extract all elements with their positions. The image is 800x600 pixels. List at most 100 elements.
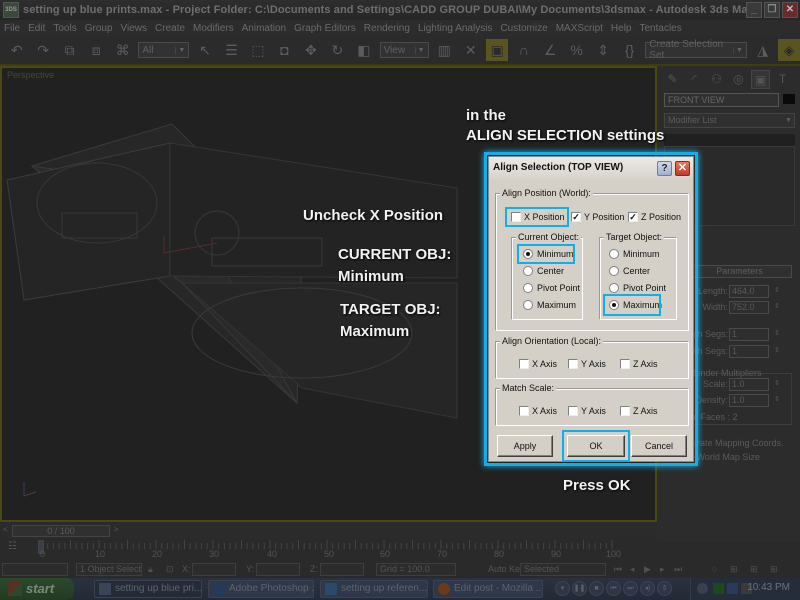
create-tab-icon[interactable]: ✎	[663, 70, 682, 89]
snaps-toggle-icon[interactable]: ∩	[513, 39, 534, 61]
target-pivot-point-radio[interactable]: Pivot Point	[609, 283, 666, 293]
hierarchy-tab-icon[interactable]: ⚇	[707, 70, 726, 89]
menu-lighting-analysis[interactable]: Lighting Analysis	[414, 23, 497, 34]
z-coord-input[interactable]	[320, 563, 364, 576]
mirror-icon[interactable]: ◮	[752, 39, 773, 61]
absolute-mode-icon[interactable]: ⊡	[166, 564, 174, 575]
select-object-icon[interactable]: ↖	[194, 39, 215, 61]
spinner-snap-icon[interactable]: ⇕	[592, 39, 613, 61]
curve-editor-icon[interactable]: ☷	[8, 541, 24, 555]
next-frame-icon[interactable]: ▸	[660, 564, 665, 575]
orient-z-axis-checkbox[interactable]: Z Axis	[620, 359, 658, 369]
tray-app-icon[interactable]	[713, 583, 724, 594]
current-center-radio[interactable]: Center	[523, 266, 564, 276]
time-slider[interactable]: 0 / 100	[12, 525, 110, 537]
network-icon[interactable]	[727, 583, 738, 594]
scale-y-axis-checkbox[interactable]: Y Axis	[568, 406, 606, 416]
viewport-nav-icon[interactable]: ⊞	[770, 564, 778, 575]
set-key-filters-icon[interactable]: ⊞	[730, 564, 738, 575]
density-input[interactable]: 1.0	[729, 394, 769, 407]
menu-create[interactable]: Create	[151, 23, 189, 34]
modify-tab-icon[interactable]: ◜	[685, 70, 704, 89]
menu-tools[interactable]: Tools	[49, 23, 80, 34]
angle-snap-icon[interactable]: ∠	[539, 39, 560, 61]
close-button[interactable]: ✕	[782, 2, 798, 18]
spinner-icon[interactable]: ⇕	[774, 329, 780, 337]
modifier-stack-item[interactable]	[664, 134, 795, 146]
previous-track-icon[interactable]: ⏮	[606, 581, 621, 596]
redo-icon[interactable]: ↷	[32, 39, 53, 61]
target-center-radio[interactable]: Center	[609, 266, 650, 276]
key-mode-dropdown[interactable]: Selected	[520, 563, 606, 576]
spinner-icon[interactable]: ⇕	[774, 379, 780, 387]
start-button[interactable]: start	[0, 578, 74, 600]
spinner-icon[interactable]: ⇕	[774, 395, 780, 403]
play-icon[interactable]: ▶	[644, 564, 651, 575]
media-menu-icon[interactable]: ▾	[555, 581, 570, 596]
taskbar-item-reference[interactable]: setting up referen...	[320, 580, 428, 598]
select-by-name-icon[interactable]: ☰	[221, 39, 242, 61]
select-and-link-icon[interactable]: ⧉	[59, 39, 80, 61]
y-position-checkbox[interactable]: ✓ Y Position	[571, 212, 624, 222]
target-minimum-radio[interactable]: Minimum	[609, 249, 660, 259]
maximize-button[interactable]: ❐	[764, 2, 780, 18]
go-to-end-icon[interactable]: ⏭	[674, 564, 682, 575]
minimize-button[interactable]: _	[746, 2, 762, 18]
z-position-checkbox[interactable]: ✓ Z Position	[628, 212, 681, 222]
length-input[interactable]: 464.0	[729, 285, 769, 298]
spinner-icon[interactable]: ⇕	[774, 286, 780, 294]
align-icon[interactable]: ◈	[778, 39, 800, 61]
object-name-field[interactable]: FRONT VIEW	[664, 93, 779, 107]
display-tab-icon[interactable]: ▣	[751, 70, 770, 89]
menu-customize[interactable]: Customize	[496, 23, 551, 34]
selection-filter-dropdown[interactable]: All ▼	[138, 42, 190, 58]
motion-tab-icon[interactable]: ◎	[729, 70, 748, 89]
current-pivot-point-radio[interactable]: Pivot Point	[523, 283, 580, 293]
expand-icon[interactable]: ⇕	[657, 581, 672, 596]
window-crossing-icon[interactable]: ◘	[274, 39, 295, 61]
dialog-close-icon[interactable]: ✕	[675, 161, 690, 176]
taskbar-item-firefox[interactable]: Edit post - Mozilla ...	[433, 580, 543, 598]
spinner-icon[interactable]: ⇕	[774, 302, 780, 310]
menu-rendering[interactable]: Rendering	[360, 23, 414, 34]
menu-animation[interactable]: Animation	[238, 23, 290, 34]
next-frame-icon[interactable]: >	[114, 525, 119, 534]
cancel-button[interactable]: Cancel	[631, 435, 687, 457]
pause-icon[interactable]: ❚❚	[572, 581, 587, 596]
tray-collapse-icon[interactable]	[697, 583, 708, 594]
y-coord-input[interactable]	[256, 563, 300, 576]
scale-x-axis-checkbox[interactable]: X Axis	[519, 406, 557, 416]
object-color-swatch[interactable]	[783, 94, 795, 104]
modifier-list-dropdown[interactable]: Modifier List ▼	[664, 113, 795, 128]
menu-group[interactable]: Group	[81, 23, 117, 34]
pivot-center-icon[interactable]: ▥	[434, 39, 455, 61]
reference-coord-dropdown[interactable]: View ▼	[379, 42, 429, 58]
width-input[interactable]: 752.0	[729, 301, 769, 314]
menu-views[interactable]: Views	[117, 23, 152, 34]
menu-file[interactable]: File	[0, 23, 24, 34]
previous-frame-icon[interactable]: ◂	[630, 564, 635, 575]
move-icon[interactable]: ✥	[300, 39, 321, 61]
scale-z-axis-checkbox[interactable]: Z Axis	[620, 406, 658, 416]
menu-edit[interactable]: Edit	[24, 23, 49, 34]
next-track-icon[interactable]: ⏭	[623, 581, 638, 596]
edit-named-selection-icon[interactable]: {}	[619, 39, 640, 61]
undo-icon[interactable]: ↶	[6, 39, 27, 61]
orient-y-axis-checkbox[interactable]: Y Axis	[568, 359, 606, 369]
volume-icon[interactable]: ◂)	[640, 581, 655, 596]
manipulate-icon[interactable]: ✕	[460, 39, 481, 61]
prev-frame-icon[interactable]: <	[3, 525, 8, 534]
maxscript-listener[interactable]	[2, 563, 68, 576]
parameters-rollout[interactable]: Parameters	[687, 265, 792, 278]
percent-snap-icon[interactable]: %	[566, 39, 587, 61]
taskbar-item-3dsmax[interactable]: setting up blue pri...	[94, 580, 202, 598]
stop-icon[interactable]: ■	[589, 581, 604, 596]
named-selection-dropdown[interactable]: Create Selection Set ▼	[645, 39, 747, 61]
x-coord-input[interactable]	[192, 563, 236, 576]
help-icon[interactable]: ?	[657, 161, 672, 176]
time-config-icon[interactable]: ⊞	[750, 564, 758, 575]
width-segs-input[interactable]: 1	[729, 345, 769, 358]
utilities-tab-icon[interactable]: T	[773, 70, 792, 89]
scale-input[interactable]: 1.0	[729, 378, 769, 391]
length-segs-input[interactable]: 1	[729, 328, 769, 341]
